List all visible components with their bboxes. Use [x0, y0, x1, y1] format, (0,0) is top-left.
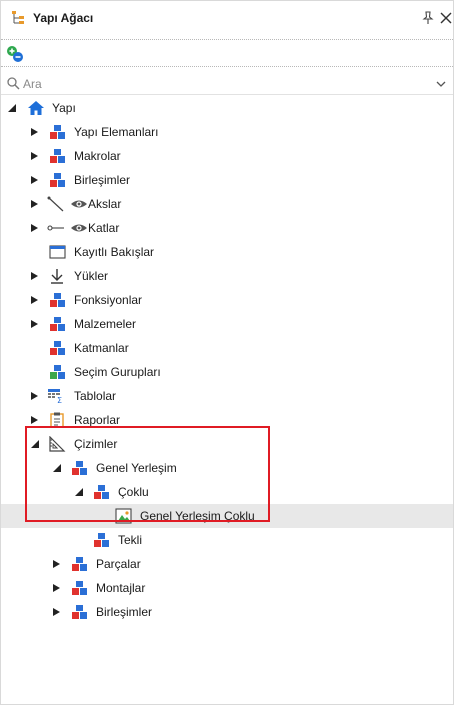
panel-titlebar: Yapı Ağacı: [1, 1, 453, 37]
tree-node-label: Yükler: [74, 269, 109, 283]
tree-node-akslar[interactable]: Akslar: [1, 192, 453, 216]
tree-node-label: Tablolar: [74, 389, 117, 403]
panel-toolbar: [1, 39, 453, 67]
blocks-icon: [72, 557, 87, 571]
tree-node-secim-guruplari[interactable]: Seçim Gurupları: [1, 360, 453, 384]
search-bar: [1, 73, 453, 95]
tree-node-label: Katmanlar: [74, 341, 129, 355]
search-icon: [7, 77, 20, 90]
blocks-icon: [72, 605, 87, 619]
tree-node-fonksiyonlar[interactable]: Fonksiyonlar: [1, 288, 453, 312]
eye-icon[interactable]: [70, 196, 88, 212]
tree-node-label: Kayıtlı Bakışlar: [74, 245, 155, 259]
tree-node-tekli[interactable]: Tekli: [1, 528, 453, 552]
blocks-icon: [50, 365, 65, 379]
tree-node-label: Seçim Gurupları: [74, 365, 161, 379]
blocks-icon: [50, 341, 65, 355]
tree-node-katmanlar[interactable]: Katmanlar: [1, 336, 453, 360]
collapsed-triangle-icon[interactable]: [31, 296, 39, 304]
collapsed-triangle-icon[interactable]: [53, 584, 61, 592]
load-arrow-icon: [51, 269, 63, 284]
tree-node-label: Birleşimler: [96, 605, 153, 619]
tree-node-label: Raporlar: [74, 413, 121, 427]
tree-structure-icon: [12, 11, 24, 24]
structure-tree-panel: Yapı Ağacı Ara Yapı Yapı Elemanları Makr…: [0, 0, 454, 705]
blocks-icon: [50, 293, 65, 307]
chevron-down-icon[interactable]: [435, 78, 447, 90]
tree-node-label: Çizimler: [74, 437, 118, 451]
collapsed-triangle-icon[interactable]: [31, 176, 39, 184]
tree-node-genel-yerlesim[interactable]: Genel Yerleşim: [1, 456, 453, 480]
tree-node-cizim-birlesimler[interactable]: Birleşimler: [1, 600, 453, 624]
tree-node-label: Çoklu: [118, 485, 149, 499]
collapsed-triangle-icon[interactable]: [31, 392, 39, 400]
close-icon[interactable]: [440, 11, 452, 25]
blocks-icon: [72, 461, 87, 475]
tree-node-label: Tekli: [118, 533, 143, 547]
add-remove-icon[interactable]: [5, 45, 25, 63]
collapsed-triangle-icon[interactable]: [31, 128, 39, 136]
tree-node-label: Fonksiyonlar: [74, 293, 143, 307]
tree-node-katlar[interactable]: Katlar: [1, 216, 453, 240]
eye-icon[interactable]: [70, 220, 88, 236]
tree-node-makrolar[interactable]: Makrolar: [1, 144, 453, 168]
blocks-icon: [50, 125, 65, 139]
blocks-icon: [94, 485, 109, 499]
home-icon: [28, 101, 44, 115]
drawing-triangle-icon: [49, 436, 66, 452]
tree-node-malzemeler[interactable]: Malzemeler: [1, 312, 453, 336]
tree-node-yukler[interactable]: Yükler: [1, 264, 453, 288]
svg-text:Σ: Σ: [57, 396, 62, 404]
blocks-icon: [50, 173, 65, 187]
collapsed-triangle-icon[interactable]: [31, 416, 39, 424]
tree-node-montajlar[interactable]: Montajlar: [1, 576, 453, 600]
collapsed-triangle-icon[interactable]: [31, 224, 39, 232]
tree-node-yapi-elemanlari[interactable]: Yapı Elemanları: [1, 120, 453, 144]
level-line-icon: [47, 225, 64, 231]
collapsed-triangle-icon[interactable]: [31, 152, 39, 160]
pin-icon[interactable]: [421, 11, 435, 25]
expanded-triangle-icon[interactable]: [31, 440, 39, 448]
tree-node-genel-yerlesim-coklu[interactable]: Genel Yerleşim Çoklu: [1, 504, 453, 528]
expanded-triangle-icon[interactable]: [8, 104, 16, 112]
search-input[interactable]: [23, 74, 423, 94]
collapsed-triangle-icon[interactable]: [31, 272, 39, 280]
tree-node-label: Yapı: [52, 101, 76, 115]
blocks-icon: [50, 149, 65, 163]
tree-node-label: Genel Yerleşim Çoklu: [140, 509, 255, 523]
tree-node-label: Makrolar: [74, 149, 121, 163]
tree-node-label: Malzemeler: [74, 317, 137, 331]
panel-title: Yapı Ağacı: [33, 11, 94, 25]
tree-node-cizimler[interactable]: Çizimler: [1, 432, 453, 456]
window-icon: [49, 245, 66, 259]
tree-node-kayitli-bakislar[interactable]: Kayıtlı Bakışlar: [1, 240, 453, 264]
collapsed-triangle-icon[interactable]: [31, 200, 39, 208]
drawing-sheet-icon: [115, 508, 132, 524]
tree-node-label: Katlar: [88, 221, 120, 235]
collapsed-triangle-icon[interactable]: [31, 320, 39, 328]
tree-node-label: Birleşimler: [74, 173, 131, 187]
tree-node-raporlar[interactable]: Raporlar: [1, 408, 453, 432]
tree-node-label: Yapı Elemanları: [74, 125, 159, 139]
collapsed-triangle-icon[interactable]: [53, 560, 61, 568]
blocks-icon: [94, 533, 109, 547]
blocks-icon: [72, 581, 87, 595]
collapsed-triangle-icon[interactable]: [53, 608, 61, 616]
tree-node-tablolar[interactable]: Σ Tablolar: [1, 384, 453, 408]
blocks-icon: [50, 317, 65, 331]
tree-node-label: Parçalar: [96, 557, 141, 571]
tree-node-label: Genel Yerleşim: [96, 461, 177, 475]
expanded-triangle-icon[interactable]: [75, 488, 83, 496]
tree-node-label: Montajlar: [96, 581, 146, 595]
tree-node-label: Akslar: [88, 197, 122, 211]
axis-line-icon: [47, 196, 64, 212]
tree-node-yapi[interactable]: Yapı: [1, 96, 453, 120]
tree-node-parcalar[interactable]: Parçalar: [1, 552, 453, 576]
table-sum-icon: Σ: [48, 389, 62, 404]
clipboard-report-icon: [50, 412, 64, 428]
expanded-triangle-icon[interactable]: [53, 464, 61, 472]
tree-node-birlesimler[interactable]: Birleşimler: [1, 168, 453, 192]
tree-node-coklu[interactable]: Çoklu: [1, 480, 453, 504]
